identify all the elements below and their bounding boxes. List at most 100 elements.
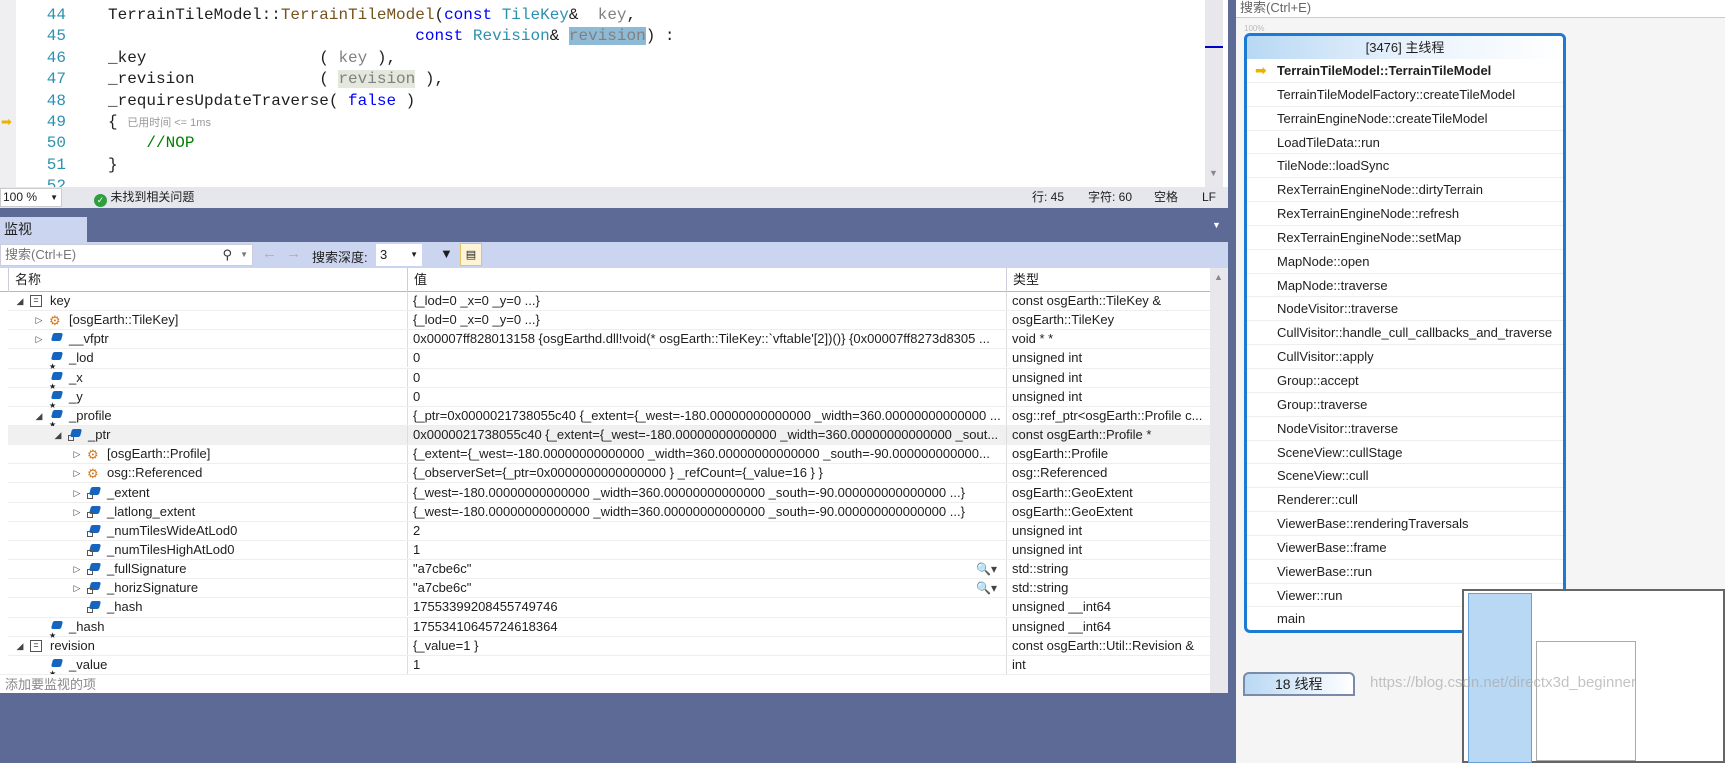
code-line[interactable]: 44 TerrainTileModel::TerrainTileModel(con…	[0, 5, 1200, 26]
stack-frame[interactable]: RexTerrainEngineNode::dirtyTerrain	[1247, 178, 1563, 203]
value-cell[interactable]: 17553410645724618364	[407, 617, 1006, 636]
value-cell[interactable]: 1	[407, 540, 1006, 559]
stack-frame[interactable]: Renderer::cull	[1247, 488, 1563, 513]
issues-indicator[interactable]: ✓ 未找到相关问题	[94, 187, 194, 208]
watch-row[interactable]: ★ _hash 17553410645724618364 unsigned __int…	[8, 617, 1210, 640]
column-header-value[interactable]: 值	[407, 268, 1006, 292]
threads-node[interactable]: 18 线程	[1243, 672, 1355, 696]
line-number[interactable]: 行: 45	[1032, 187, 1064, 208]
code-line[interactable]: 48 _requiresUpdateTraverse( false )	[0, 91, 1200, 112]
watch-row[interactable]: ◢ ★ _profile {_ptr=0x0000021738055c40 {_ext…	[8, 406, 1210, 429]
stack-frame[interactable]: RexTerrainEngineNode::setMap	[1247, 226, 1563, 250]
collapse-icon[interactable]: ◢	[14, 637, 26, 655]
watch-row[interactable]: ▷ ⚙ [osgEarth::TileKey] {_lod=0 _x=0 _y=0 .…	[8, 311, 1210, 331]
stack-frame[interactable]: NodeVisitor::traverse	[1247, 297, 1563, 322]
value-cell[interactable]: 0x00007ff828013158 {osgEarthd.dll!void(*…	[407, 330, 1006, 349]
watch-row[interactable]: ▷ _fullSignature "a7cbe6c" 🔍▾ std::string	[8, 560, 1210, 580]
watch-row[interactable]: ★ _lod 0 unsigned int	[8, 349, 1210, 371]
watch-row[interactable]: ▷ _horizSignature "a7cbe6c" 🔍▾ std::string	[8, 579, 1210, 599]
stack-frame[interactable]: RexTerrainEngineNode::refresh	[1247, 202, 1563, 226]
watch-row[interactable]: ▷ __vfptr 0x00007ff828013158 {osgEarthd.dl…	[8, 330, 1210, 350]
stack-frame[interactable]: CullVisitor::handle_cull_callbacks_and_t…	[1247, 321, 1563, 346]
scroll-up-icon[interactable]: ▲	[1214, 272, 1223, 282]
editor-scrollbar[interactable]: ▼	[1205, 0, 1223, 187]
watch-row[interactable]: ★ _value 1 int	[8, 655, 1210, 678]
value-cell[interactable]: {_ptr=0x0000021738055c40 {_extent={_west…	[407, 406, 1006, 425]
value-cell[interactable]: {_extent={_west=-180.00000000000000 _wid…	[407, 445, 1006, 464]
value-cell[interactable]: 0x0000021738055c40 {_extent={_west=-180.…	[407, 426, 1006, 445]
add-watch-item[interactable]: 添加要监视的项	[0, 674, 1210, 693]
stack-frame[interactable]: TileNode::loadSync	[1247, 154, 1563, 179]
code-line[interactable]: 49 { 已用时间 <= 1ms ➡	[0, 112, 1200, 133]
stack-frame[interactable]: ViewerBase::renderingTraversals	[1247, 512, 1563, 536]
stack-frame[interactable]: SceneView::cullStage	[1247, 441, 1563, 465]
watch-row[interactable]: ★ _x 0 unsigned int	[8, 368, 1210, 391]
search-depth-dropdown[interactable]: 3 ▼	[376, 244, 422, 266]
code-line[interactable]: 51}	[0, 155, 1200, 176]
forward-arrow-icon[interactable]: →	[286, 245, 301, 262]
watch-scrollbar[interactable]: ▲	[1210, 268, 1228, 693]
value-cell[interactable]: 0	[407, 368, 1006, 387]
expand-icon[interactable]: ▷	[71, 464, 83, 482]
watch-row[interactable]: _numTilesWideAtLod0 2 unsigned int	[8, 521, 1210, 541]
watch-row[interactable]: ▷ _extent {_west=-180.00000000000000 _widt…	[8, 483, 1210, 503]
expand-icon[interactable]: ▷	[71, 560, 83, 578]
expand-icon[interactable]: ▷	[71, 503, 83, 521]
stack-frame[interactable]: ViewerBase::run	[1247, 560, 1563, 584]
char-number[interactable]: 字符: 60	[1088, 187, 1132, 208]
stack-frame[interactable]: LoadTileData::run	[1247, 131, 1563, 155]
stack-frame[interactable]: MapNode::traverse	[1247, 274, 1563, 298]
code-editor[interactable]: 44 TerrainTileModel::TerrainTileModel(con…	[0, 0, 1228, 187]
stack-frame[interactable]: Group::traverse	[1247, 393, 1563, 417]
expand-icon[interactable]: ▷	[71, 484, 83, 502]
indent-mode[interactable]: 空格	[1154, 187, 1178, 208]
value-cell[interactable]: "a7cbe6c" 🔍▾	[407, 579, 1006, 598]
zoom-dropdown[interactable]: 100 % ▼	[0, 188, 62, 207]
value-cell[interactable]: {_west=-180.00000000000000 _width=360.00…	[407, 502, 1006, 521]
watch-row[interactable]: ★ _y 0 unsigned int	[8, 387, 1210, 410]
visualizer-search-icon[interactable]: 🔍▾	[976, 560, 997, 578]
watch-row[interactable]: ▷ _latlong_extent {_west=-180.000000000000…	[8, 502, 1210, 522]
value-cell[interactable]: "a7cbe6c" 🔍▾	[407, 560, 1006, 579]
value-cell[interactable]: {_lod=0 _x=0 _y=0 ...}	[407, 311, 1006, 330]
raw-view-toggle-icon[interactable]: ▤	[460, 243, 482, 266]
tab-watch-1[interactable]: 监视 1⊣✕	[0, 217, 87, 262]
stack-frame[interactable]: TerrainEngineNode::createTileModel	[1247, 107, 1563, 131]
dropdown-icon[interactable]: ▼	[1212, 220, 1221, 230]
value-cell[interactable]: {_value=1 }	[407, 636, 1006, 655]
watch-search-input[interactable]: 搜索(Ctrl+E) ⚲ ▼	[0, 244, 253, 266]
watch-row[interactable]: ◢ _ptr 0x0000021738055c40 {_extent={_west=…	[8, 426, 1210, 446]
code-line[interactable]: 50 //NOP	[0, 133, 1200, 154]
value-cell[interactable]: {_lod=0 _x=0 _y=0 ...}	[407, 292, 1006, 310]
stack-frame[interactable]: ➡ TerrainTileModel::TerrainTileModel	[1247, 59, 1563, 83]
search-icon[interactable]: ⚲	[222, 245, 232, 265]
stack-frame[interactable]: NodeVisitor::traverse	[1247, 417, 1563, 441]
visualizer-search-icon[interactable]: 🔍▾	[976, 579, 997, 597]
back-arrow-icon[interactable]: ←	[262, 245, 277, 262]
code-line[interactable]: 46 _key ( key ),	[0, 48, 1200, 69]
stack-frame[interactable]: MapNode::open	[1247, 250, 1563, 274]
stack-frame[interactable]: CullVisitor::apply	[1247, 345, 1563, 369]
value-cell[interactable]: 0	[407, 387, 1006, 406]
watch-row[interactable]: ◢ = key {_lod=0 _x=0 _y=0 ...} const osgEart…	[8, 292, 1210, 312]
chevron-down-icon[interactable]: ▼	[240, 245, 248, 265]
column-header-name[interactable]: 名称	[8, 268, 407, 292]
code-line[interactable]: 47 _revision ( revision ),	[0, 69, 1200, 90]
watch-row[interactable]: ▷ ⚙ osg::Referenced {_observerSet={_ptr=0x0…	[8, 464, 1210, 484]
watch-row[interactable]: ▷ ⚙ [osgEarth::Profile] {_extent={_west=-18…	[8, 445, 1210, 465]
watch-row[interactable]: _hash 17553399208455749746 unsigned __int6…	[8, 598, 1210, 618]
collapse-icon[interactable]: ◢	[14, 292, 26, 310]
value-cell[interactable]: 17553399208455749746	[407, 598, 1006, 617]
expand-icon[interactable]: ▷	[33, 330, 45, 348]
column-header-type[interactable]: 类型	[1006, 268, 1210, 292]
watch-row[interactable]: _numTilesHighAtLod0 1 unsigned int	[8, 540, 1210, 561]
collapse-icon[interactable]: ◢	[52, 426, 64, 444]
value-cell[interactable]: {_observerSet={_ptr=0x0000000000000000 }…	[407, 464, 1006, 483]
expand-icon[interactable]: ▷	[71, 445, 83, 463]
stack-frame[interactable]: ViewerBase::frame	[1247, 536, 1563, 560]
stack-frame[interactable]: TerrainTileModelFactory::createTileModel	[1247, 83, 1563, 107]
line-ending[interactable]: LF	[1202, 187, 1216, 208]
value-cell[interactable]: 0	[407, 349, 1006, 368]
watch-row[interactable]: ◢ = revision {_value=1 } const osgEarth::Uti…	[8, 636, 1210, 656]
scroll-down-icon[interactable]: ▼	[1209, 168, 1218, 178]
